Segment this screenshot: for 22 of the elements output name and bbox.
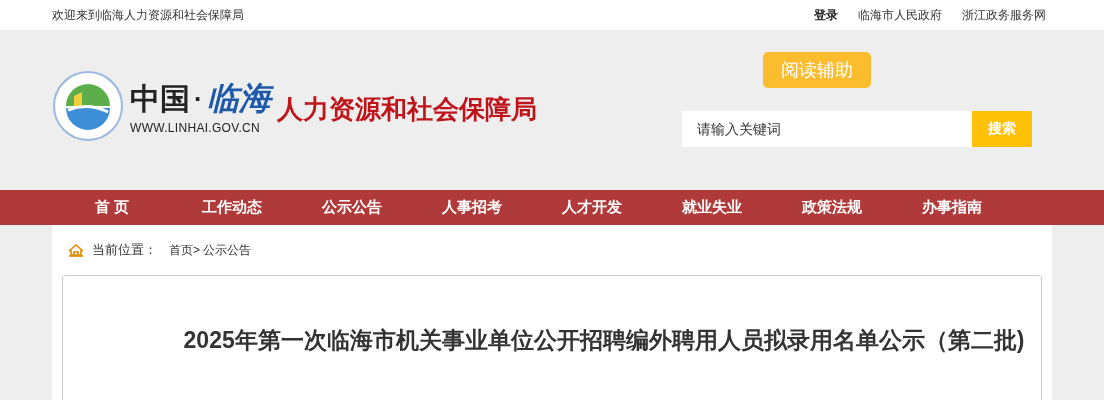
breadcrumb-label: 当前位置： bbox=[92, 241, 157, 259]
nav-item[interactable]: 工作动态 bbox=[172, 198, 292, 217]
article-title: 2025年第一次临海市机关事业单位公开招聘编外聘用人员拟录用名单公示（第二批) bbox=[182, 328, 1026, 352]
home-icon bbox=[68, 243, 84, 257]
nav-item[interactable]: 办事指南 bbox=[892, 198, 1012, 217]
nav-item[interactable]: 人才开发 bbox=[532, 198, 652, 217]
nav-item[interactable]: 就业失业 bbox=[652, 198, 772, 217]
nav-item[interactable]: 政策法规 bbox=[772, 198, 892, 217]
nav-item[interactable]: 首 页 bbox=[52, 198, 172, 217]
welcome-text: 欢迎来到临海人力资源和社会保障局 bbox=[52, 6, 244, 24]
logo-text: 中国 bbox=[130, 80, 190, 117]
search-field[interactable]: 请输入关键词 bbox=[682, 111, 972, 147]
logo-url: WWW.LINHAI.GOV.CN bbox=[130, 121, 261, 135]
breadcrumb-path[interactable]: 首页> 公示公告 bbox=[169, 241, 252, 259]
top-link[interactable]: 浙江政务服务网 bbox=[962, 6, 1046, 24]
nav-item[interactable]: 公示公告 bbox=[292, 198, 412, 217]
bureau-name: 人力资源和社会保障局 bbox=[276, 92, 537, 126]
top-link[interactable]: 临海市人民政府 bbox=[858, 6, 942, 24]
emblem-icon bbox=[52, 70, 124, 142]
top-link[interactable]: 登录 bbox=[814, 6, 838, 24]
logo-dot: · bbox=[194, 83, 203, 115]
nav-item[interactable]: 人事招考 bbox=[412, 198, 532, 217]
